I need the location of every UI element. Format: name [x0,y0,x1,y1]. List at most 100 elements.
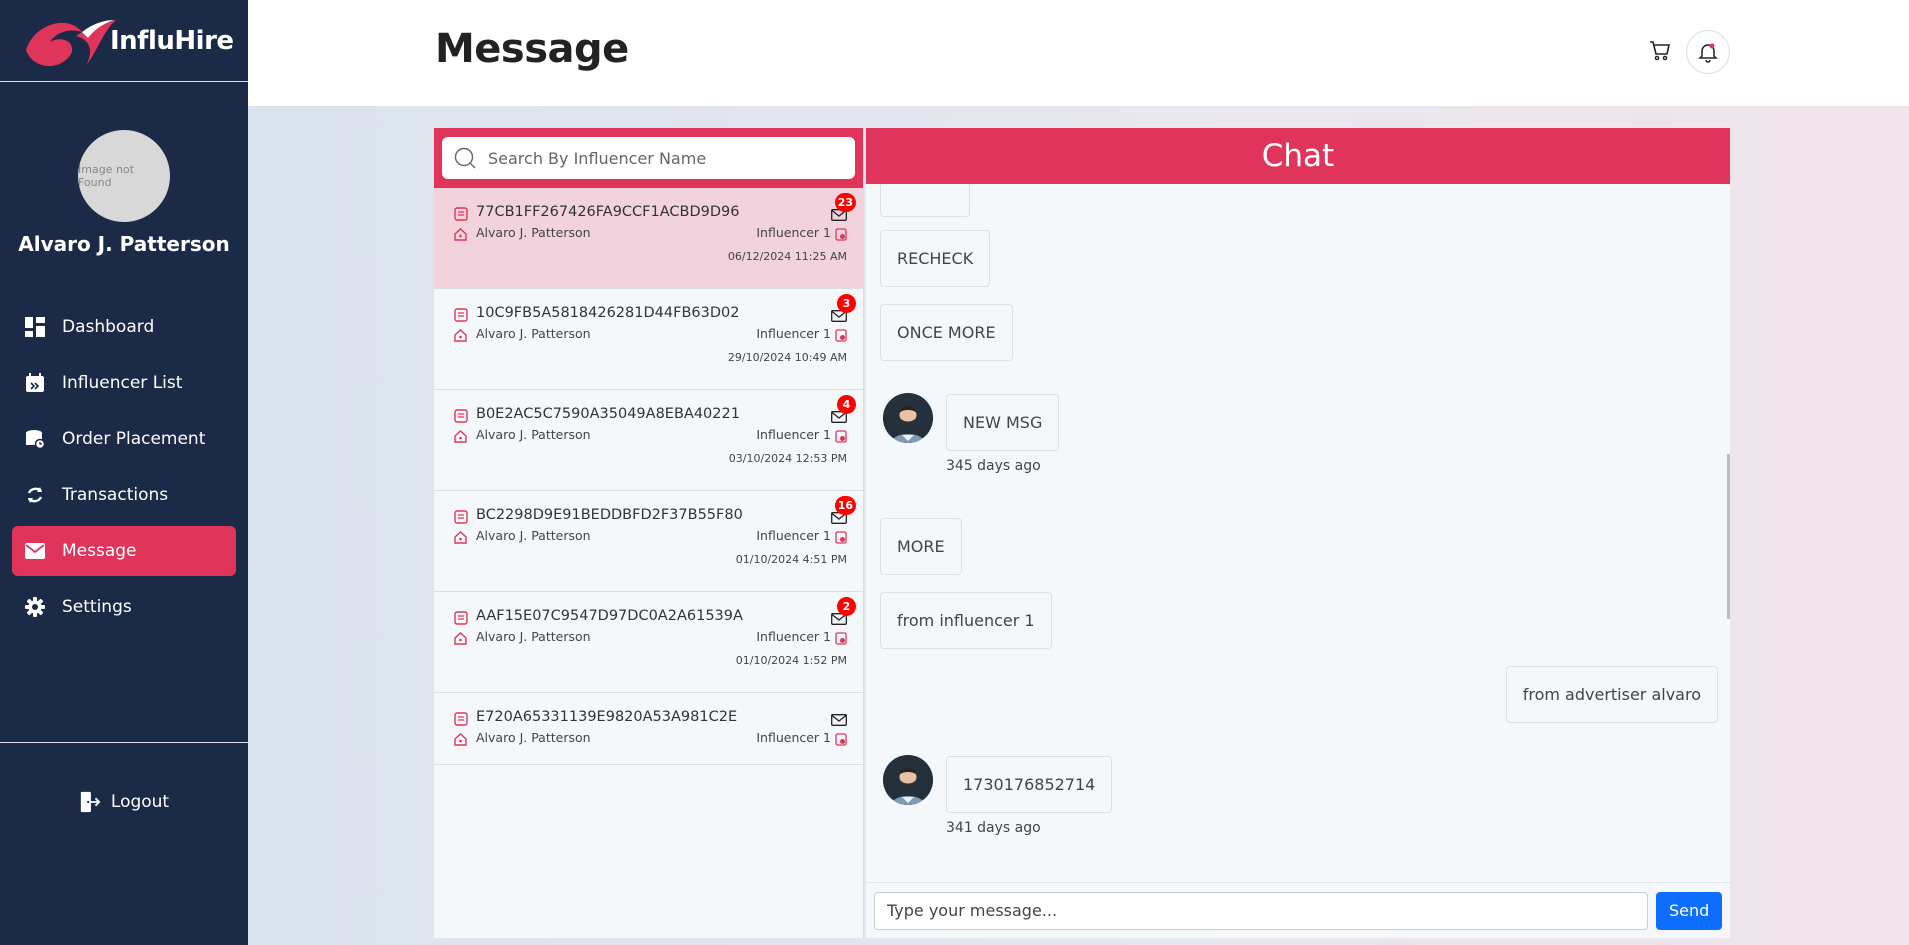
unread-badge: 4 [837,395,856,414]
logout-icon [79,791,101,813]
brand-logo-icon [20,10,120,72]
chat-scrollbar[interactable] [1727,454,1730,619]
order-id-icon [454,610,468,629]
cart-icon [1650,41,1670,61]
conversation-id: 77CB1FF267426FA9CCF1ACBD9D96 [476,204,740,220]
conversation-date: 06/12/2024 11:25 AM [727,250,847,263]
order-id-icon [454,307,468,326]
sidebar-nav: Dashboard Influencer List Order Placemen… [0,302,248,632]
send-button[interactable]: Send [1656,891,1722,930]
sidebar: InfluHire Image not Found Alvaro J. Patt… [0,0,248,945]
transactions-icon [24,484,46,506]
search-bar [434,128,863,188]
influencer-icon [835,731,847,750]
conversation-user: Alvaro J. Patterson [476,629,591,644]
chat-header: Chat [866,128,1730,184]
cart-button[interactable] [1646,36,1674,66]
brand[interactable]: InfluHire [0,0,248,82]
top-header: Message [248,0,1909,106]
sidebar-item-label: Influencer List [62,373,183,393]
gear-icon [24,596,46,618]
conversation-influencer: Influencer 1 [756,629,831,644]
conversation-influencer: Influencer 1 [756,225,831,240]
dashboard-icon [24,316,46,338]
sidebar-item-label: Dashboard [62,317,155,337]
chat-messages: RECHECK ONCE MORE NEW MSG 345 days ago M… [866,184,1730,882]
influencer-icon [835,327,847,346]
conversation-influencer: Influencer 1 [756,730,831,745]
message-bubble: NEW MSG [946,394,1060,451]
search-input[interactable] [488,148,828,168]
brand-name: InfluHire [110,25,234,56]
conversation-item[interactable]: B0E2AC5C7590A35049A8EBA40221 Alvaro J. P… [434,390,863,491]
home-icon [454,731,467,750]
profile: Image not Found Alvaro J. Patterson [0,82,248,256]
message-input[interactable] [874,891,1649,930]
home-icon [454,226,467,245]
home-icon [454,327,467,346]
conversation-id: AAF15E07C9547D97DC0A2A61539A [476,608,743,624]
message-bubble: MORE [880,518,962,575]
conversation-influencer: Influencer 1 [756,326,831,341]
sidebar-item-transactions[interactable]: Transactions [12,470,236,520]
home-icon [454,428,467,447]
influencer-icon [835,226,847,245]
chat-panel: Chat RECHECK ONCE MORE NEW MSG 345 days … [866,128,1730,938]
conversation-date: 01/10/2024 1:52 PM [735,654,847,667]
influencer-icon [835,529,847,548]
sidebar-item-label: Settings [62,597,132,617]
unread-badge: 16 [834,496,856,515]
conversation-item[interactable]: 10C9FB5A5818426281D44FB63D02 Alvaro J. P… [434,289,863,390]
conversation-user: Alvaro J. Patterson [476,730,591,745]
sidebar-item-settings[interactable]: Settings [12,582,236,632]
conversation-item[interactable]: BC2298D9E91BEDDBFD2F37B55F80 Alvaro J. P… [434,491,863,592]
conversation-item[interactable]: E720A65331139E9820A53A981C2E Alvaro J. P… [434,693,863,765]
message-bubble: from influencer 1 [880,592,1052,649]
conversation-date: 29/10/2024 10:49 AM [727,351,847,364]
message-bubble: ONCE MORE [880,304,1013,361]
conversation-id: 10C9FB5A5818426281D44FB63D02 [476,305,740,321]
conversation-date: 01/10/2024 4:51 PM [735,553,847,566]
conversation-panel: 77CB1FF267426FA9CCF1ACBD9D96 Alvaro J. P… [434,128,864,938]
order-icon [24,428,46,450]
avatar [883,755,933,805]
conversation-user: Alvaro J. Patterson [476,326,591,341]
mail-icon [831,711,847,730]
message-bubble: 1730176852714 [946,756,1113,813]
order-id-icon [454,509,468,528]
conversation-date: 03/10/2024 12:53 PM [728,452,847,465]
conversation-user: Alvaro J. Patterson [476,225,591,240]
logout-label: Logout [110,792,170,812]
search-icon [454,147,476,169]
conversation-item[interactable]: AAF15E07C9547D97DC0A2A61539A Alvaro J. P… [434,592,863,693]
sidebar-item-label: Order Placement [62,429,206,449]
unread-badge: 23 [834,193,856,212]
sidebar-item-influencer-list[interactable]: Influencer List [12,358,236,408]
conversation-list: 77CB1FF267426FA9CCF1ACBD9D96 Alvaro J. P… [434,188,863,765]
search-box [442,137,855,179]
sidebar-item-label: Transactions [62,485,169,505]
influencer-icon [835,630,847,649]
calendar-icon [24,372,46,394]
sidebar-item-dashboard[interactable]: Dashboard [12,302,236,352]
envelope-icon [24,540,46,562]
sidebar-item-label: Message [62,541,137,561]
chat-composer: Send [866,882,1730,938]
unread-badge: 2 [837,597,856,616]
avatar [883,393,933,443]
order-id-icon [454,711,468,730]
order-id-icon [454,408,468,427]
conversation-user: Alvaro J. Patterson [476,427,591,442]
profile-avatar: Image not Found [78,130,170,222]
sidebar-item-order-placement[interactable]: Order Placement [12,414,236,464]
sidebar-item-message[interactable]: Message [12,526,236,576]
conversation-item[interactable]: 77CB1FF267426FA9CCF1ACBD9D96 Alvaro J. P… [434,188,863,289]
notifications-button[interactable] [1686,30,1730,74]
bell-icon [1698,43,1718,63]
sidebar-footer: Logout [0,742,248,861]
message-bubble [880,184,970,217]
influencer-icon [835,428,847,447]
message-bubble: RECHECK [880,230,991,287]
logout-button[interactable]: Logout [0,743,248,861]
conversation-influencer: Influencer 1 [756,427,831,442]
